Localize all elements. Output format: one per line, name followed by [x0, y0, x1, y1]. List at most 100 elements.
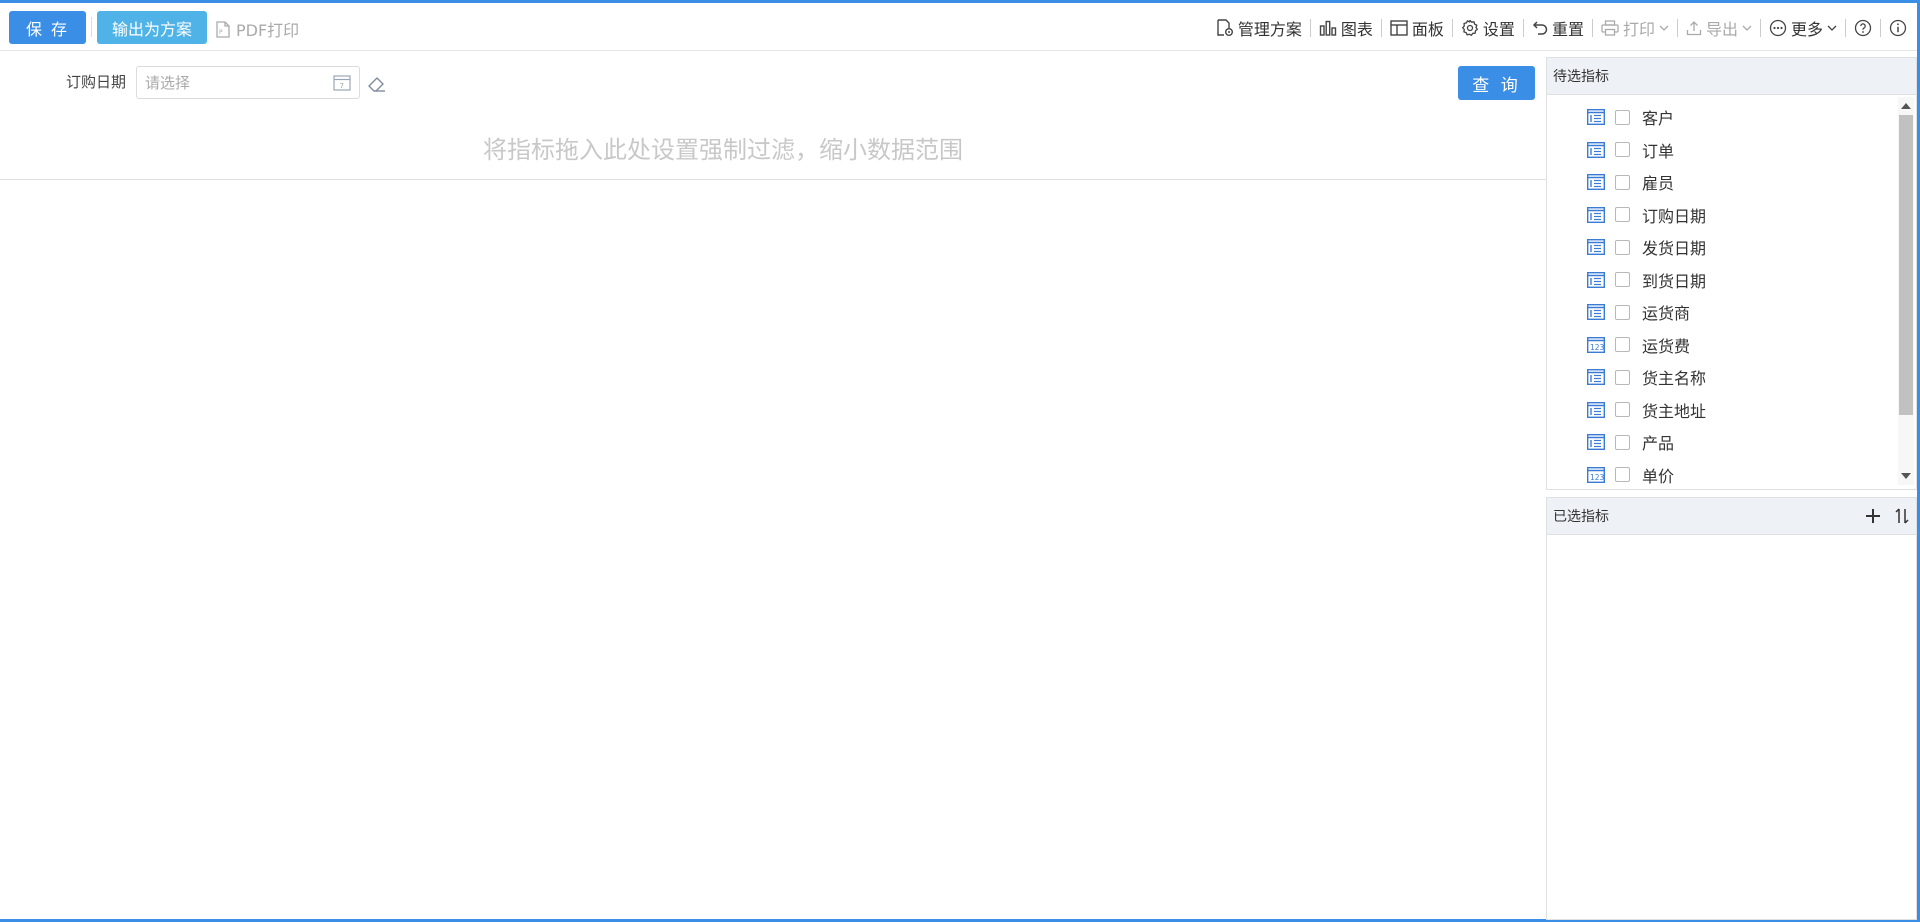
toolbar: 保 存 输出为方案 P PDF打印 管理方案 图表 面板 设置 重置 打印 导出… [0, 3, 1917, 51]
indicator-label: 货主地址 [1642, 401, 1707, 421]
eraser-icon[interactable] [367, 75, 387, 93]
indicator-item[interactable]: 货主地址 [1587, 398, 1706, 422]
svg-text:123: 123 [1590, 472, 1605, 481]
indicator-checkbox[interactable] [1615, 239, 1630, 255]
text-field-icon [1587, 109, 1605, 125]
more-dropdown[interactable]: 更多 [1761, 16, 1845, 40]
panel-button[interactable]: 面板 [1382, 16, 1452, 40]
indicator-label: 货主名称 [1642, 369, 1707, 388]
indicator-label: 运货商 [1642, 304, 1691, 323]
printer-icon [1601, 20, 1619, 36]
plus-icon[interactable] [1864, 507, 1882, 525]
query-button[interactable]: 查 询 [1458, 66, 1535, 100]
export-plan-button[interactable]: 输出为方案 [97, 11, 207, 44]
indicator-label: 订购日期 [1642, 206, 1707, 226]
indicator-item[interactable]: 到货日期 [1587, 268, 1706, 292]
indicator-item[interactable]: 123 运货费 [1587, 333, 1690, 357]
order-date-label: 订购日期 [66, 73, 127, 91]
indicator-label: 订单 [1642, 141, 1675, 161]
indicator-item[interactable]: 雇员 [1587, 170, 1674, 194]
sort-icon[interactable] [1894, 507, 1910, 525]
export-dropdown[interactable]: 导出 [1678, 16, 1760, 40]
svg-text:P: P [219, 29, 223, 36]
indicator-checkbox[interactable] [1615, 207, 1630, 222]
toolbar-actions: 管理方案 图表 面板 设置 重置 打印 导出 更多 [1208, 17, 1907, 39]
order-date-input[interactable]: 请选择 7 [136, 66, 360, 99]
date-placeholder: 请选择 [145, 74, 191, 92]
calendar-icon[interactable]: 7 [333, 74, 351, 91]
text-field-icon [1587, 271, 1605, 288]
panel-layout-icon [1390, 20, 1408, 36]
indicator-item[interactable]: 订购日期 [1587, 203, 1706, 227]
indicator-checkbox[interactable] [1615, 304, 1630, 320]
text-field-icon [1587, 206, 1605, 223]
pdf-print-label: PDF打印 [236, 21, 300, 40]
svg-text:123: 123 [1590, 342, 1605, 351]
indicator-item[interactable]: 运货商 [1587, 300, 1690, 324]
indicator-label: 到货日期 [1642, 271, 1707, 291]
gear-icon [1461, 19, 1478, 36]
info-button[interactable] [1881, 19, 1907, 37]
text-field-icon [1587, 369, 1605, 385]
selected-indicators-panel: 已选指标 [1546, 497, 1917, 920]
help-button[interactable] [1846, 19, 1880, 37]
indicator-label: 单价 [1642, 466, 1675, 486]
indicator-item[interactable]: 货主名称 [1587, 365, 1706, 389]
indicator-checkbox[interactable] [1615, 402, 1630, 417]
indicator-checkbox[interactable] [1615, 434, 1630, 450]
indicator-checkbox[interactable] [1615, 369, 1630, 385]
indicator-item[interactable]: 发货日期 [1587, 235, 1706, 259]
save-button[interactable]: 保 存 [9, 11, 86, 44]
indicator-label: 雇员 [1642, 174, 1675, 193]
chevron-down-icon [1659, 25, 1669, 31]
indicator-item[interactable]: 123 单价 [1587, 463, 1674, 487]
text-field-icon [1587, 141, 1605, 158]
indicator-label: 客户 [1642, 109, 1675, 128]
manage-plan-button[interactable]: 管理方案 [1208, 16, 1310, 40]
print-dropdown[interactable]: 打印 [1593, 16, 1677, 40]
scroll-down-arrow[interactable] [1901, 473, 1911, 479]
indicator-label: 产品 [1642, 434, 1675, 453]
indicator-item[interactable]: 订单 [1587, 138, 1674, 162]
available-indicators-list: 客户订单雇员订购日期发货日期到货日期运货商 123 运货费货主名称货主地址产品 123… [1547, 95, 1916, 489]
number-field-icon: 123 [1587, 336, 1605, 353]
indicator-item[interactable]: 产品 [1587, 430, 1674, 454]
indicator-checkbox[interactable] [1615, 174, 1630, 190]
number-field-icon: 123 [1587, 466, 1605, 483]
filter-drop-hint: 将指标拖入此处设置强制过滤，缩小数据范围 [483, 136, 963, 164]
chevron-down-icon [1742, 25, 1752, 31]
indicator-checkbox[interactable] [1615, 467, 1630, 482]
more-dots-icon [1769, 19, 1787, 37]
scrollbar[interactable] [1898, 97, 1914, 485]
indicator-checkbox[interactable] [1615, 142, 1630, 157]
pdf-print-button[interactable]: P PDF打印 [216, 18, 299, 40]
chart-label: 图表 [1340, 20, 1373, 39]
text-field-icon [1587, 304, 1605, 320]
print-label: 打印 [1622, 20, 1655, 39]
more-label: 更多 [1790, 20, 1823, 39]
scroll-up-arrow[interactable] [1901, 103, 1911, 109]
undo-icon [1532, 21, 1548, 35]
filter-area: 订购日期 请选择 7 查 询 将指标拖入此处设置强制过滤，缩小数据范围 [0, 53, 1546, 180]
indicator-checkbox[interactable] [1615, 109, 1630, 125]
manage-plan-label: 管理方案 [1237, 20, 1302, 39]
available-indicators-header: 待选指标 [1547, 58, 1916, 95]
bar-chart-icon [1319, 20, 1337, 36]
available-indicators-panel: 待选指标 客户订单雇员订购日期发货日期到货日期运货商 123 运货费货主名称货主地址… [1546, 57, 1917, 490]
settings-button[interactable]: 设置 [1453, 16, 1523, 40]
chevron-down-icon [1827, 25, 1837, 31]
manage-plan-icon [1217, 19, 1233, 36]
indicator-checkbox[interactable] [1615, 272, 1630, 287]
help-icon [1854, 19, 1872, 37]
indicator-checkbox[interactable] [1615, 337, 1630, 352]
upload-icon [1686, 21, 1702, 36]
reset-label: 重置 [1551, 20, 1584, 39]
chart-button[interactable]: 图表 [1311, 16, 1381, 40]
available-indicators-title: 待选指标 [1553, 69, 1609, 85]
indicator-label: 发货日期 [1642, 239, 1707, 258]
pdf-file-icon: P [216, 20, 230, 38]
scroll-thumb[interactable] [1899, 115, 1913, 415]
svg-text:7: 7 [340, 82, 344, 90]
indicator-item[interactable]: 客户 [1587, 105, 1674, 129]
reset-button[interactable]: 重置 [1524, 16, 1592, 40]
